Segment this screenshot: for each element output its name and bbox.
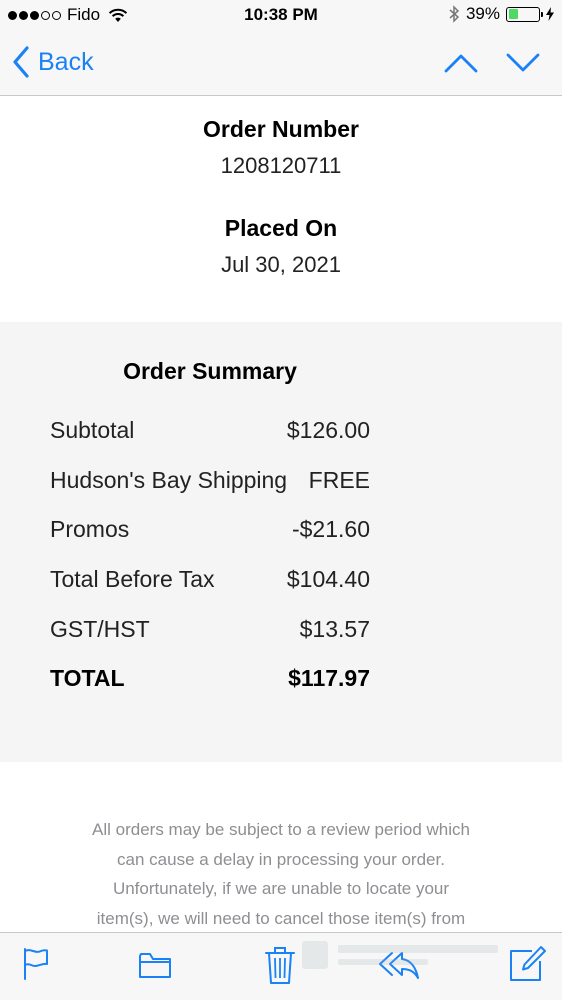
placed-on-value: Jul 30, 2021 [221, 252, 341, 277]
disclaimer-line: Unfortunately, if we are unable to locat… [112, 879, 450, 898]
disclaimer-line: item(s), we will need to cancel those it… [96, 908, 466, 928]
trash-icon[interactable] [264, 945, 296, 985]
back-label: Back [38, 47, 94, 76]
summary-row-tax: GST/HST $13.57 [50, 616, 370, 666]
disclaimer-line: can cause a delay in processing your ord… [117, 849, 445, 869]
row-value: FREE [308, 466, 370, 493]
summary-row-subtotal: Subtotal $126.00 [50, 417, 370, 467]
status-right: 39% [448, 4, 554, 24]
row-value: $13.57 [299, 615, 370, 642]
disclaimer-text: All orders may be subject to a review pe… [60, 815, 502, 933]
summary-row-promos: Promos -$21.60 [50, 516, 370, 566]
row-label: Total Before Tax [50, 566, 215, 593]
row-label: GST/HST [50, 615, 150, 642]
order-summary-panel: Order Summary Subtotal $126.00 Hudson's … [0, 322, 562, 762]
navigation-bar: Back [0, 32, 562, 96]
charging-bolt-icon [546, 7, 554, 21]
back-button[interactable]: Back [12, 46, 94, 78]
row-label: Promos [50, 516, 130, 543]
next-message-button[interactable] [506, 52, 540, 74]
summary-row-total-before-tax: Total Before Tax $104.40 [50, 566, 370, 616]
status-bar: Fido 10:38 PM 39% [0, 0, 562, 32]
summary-row-shipping: Hudson's Bay Shipping FREE [50, 467, 370, 517]
battery-icon [506, 6, 543, 22]
battery-percent: 39% [465, 4, 500, 23]
order-summary-title: Order Summary [123, 358, 297, 384]
row-value: $117.97 [288, 665, 370, 692]
row-value: -$21.60 [291, 516, 370, 543]
reply-icon[interactable] [378, 949, 420, 981]
summary-row-total: TOTAL $117.97 [50, 665, 370, 715]
row-value: $104.40 [286, 566, 370, 593]
row-label: Hudson's Bay Shipping [50, 466, 288, 493]
bluetooth-icon [449, 5, 460, 23]
order-number-label: Order Number [203, 116, 359, 142]
row-label: Subtotal [50, 417, 135, 443]
order-number-value: 1208120711 [220, 153, 342, 178]
flag-icon[interactable] [22, 947, 50, 981]
chevron-left-icon [13, 46, 29, 78]
previous-message-button[interactable] [444, 52, 478, 74]
bottom-toolbar [0, 932, 562, 1000]
folder-icon[interactable] [138, 951, 172, 979]
email-body: Order Number 1208120711 Placed On Jul 30… [0, 96, 562, 278]
order-summary-rows: Subtotal $126.00 Hudson's Bay Shipping F… [50, 417, 370, 715]
row-label: TOTAL [50, 665, 125, 692]
compose-icon[interactable] [508, 945, 546, 983]
disclaimer-line: All orders may be subject to a review pe… [92, 820, 470, 839]
row-value: $126.00 [286, 417, 370, 443]
placed-on-label: Placed On [224, 215, 338, 241]
